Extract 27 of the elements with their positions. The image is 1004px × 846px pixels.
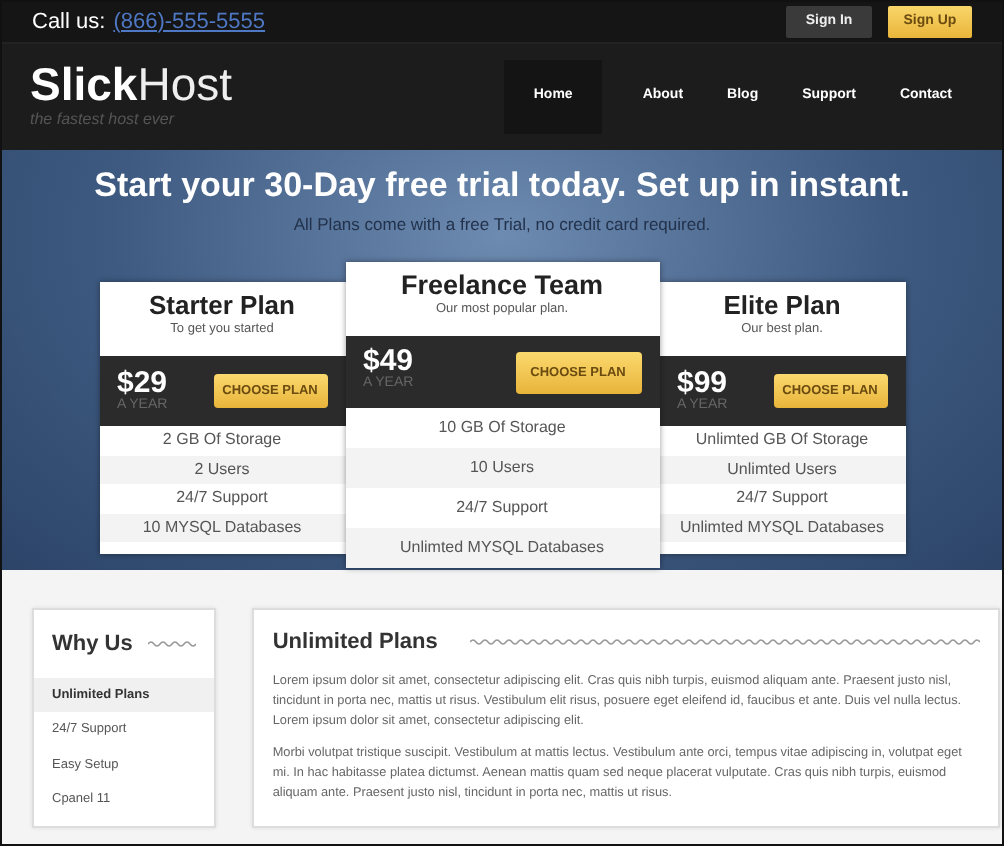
plan-name: Starter Plan	[147, 290, 297, 320]
plan-feature: 24/7 Support	[174, 486, 270, 510]
plan-feature: 24/7 Support	[454, 496, 550, 520]
hero-subtitle: All Plans come with a free Trial, no credit card required.	[291, 214, 713, 236]
plan-feature: 24/7 Support	[734, 486, 830, 510]
plan-feature: Unlimted GB Of Storage	[693, 428, 871, 452]
plan-feature: Unlimted Users	[659, 455, 905, 484]
plan-name: Elite Plan	[721, 290, 843, 320]
squiggle-divider	[148, 640, 197, 649]
plan-feature: 10 Users	[345, 448, 659, 488]
plan-price: $49	[363, 346, 414, 376]
plan-name: Freelance Team	[398, 270, 606, 300]
plan-feature: 2 Users	[99, 455, 345, 484]
phone-link[interactable]: (866)-555-5555	[113, 5, 266, 39]
plan-price: $29	[117, 368, 168, 398]
call-label: Call us:	[32, 7, 106, 38]
plan-feature: Unlimted MYSQL Databases	[659, 513, 905, 542]
plan-feature: 10 MYSQL Databases	[99, 513, 345, 542]
plan-price: $99	[677, 368, 728, 398]
tagline: the fastest host ever	[30, 108, 177, 132]
plan-feature: 10 GB Of Storage	[436, 416, 568, 440]
logo: SlickHost	[30, 62, 233, 108]
panel-title: Why Us	[52, 630, 133, 660]
hero-title: Start your 30-Day free trial today. Set up in instant.	[92, 166, 912, 206]
plan-feature: Unlimted MYSQL Databases	[345, 528, 659, 568]
panel-title: Unlimited Plans	[272, 628, 438, 658]
plan-feature: 2 GB Of Storage	[160, 428, 284, 452]
